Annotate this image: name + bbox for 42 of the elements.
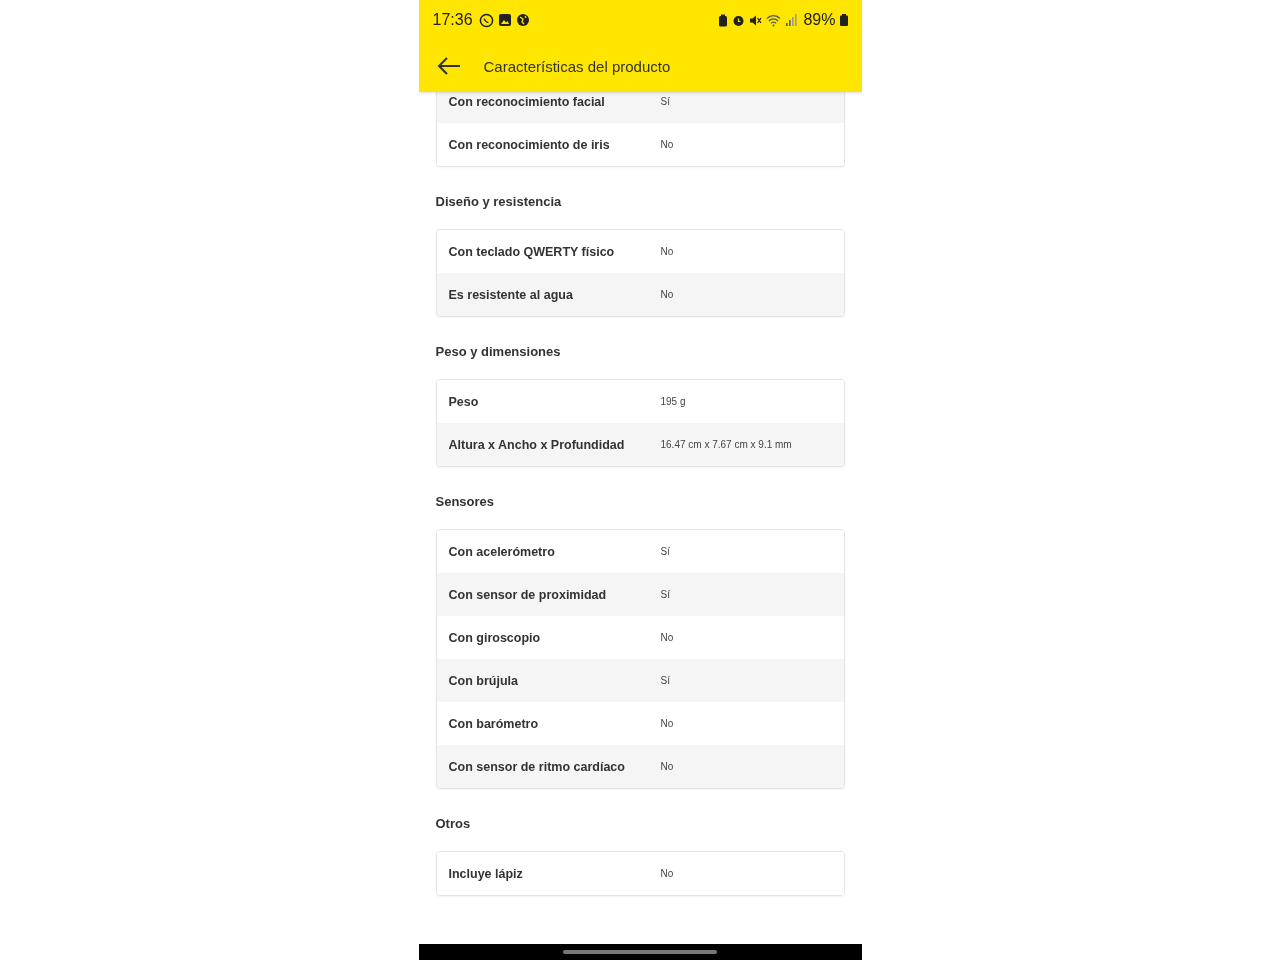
spec-label: Es resistente al agua bbox=[448, 287, 574, 302]
spec-label: Con barómetro bbox=[448, 716, 540, 731]
battery-icon bbox=[839, 14, 848, 26]
spec-value: No bbox=[660, 246, 674, 257]
spec-label: Con giroscopio bbox=[448, 630, 542, 645]
spec-value: No bbox=[660, 761, 674, 772]
spec-label: Con reconocimiento facial bbox=[448, 94, 606, 109]
spec-label: Con sensor de proximidad bbox=[448, 587, 608, 602]
home-handle[interactable] bbox=[563, 950, 717, 954]
battery-saver-icon bbox=[718, 13, 729, 27]
section-title: Peso y dimensiones bbox=[435, 343, 562, 361]
spec-label: Con teclado QWERTY físico bbox=[448, 244, 616, 259]
status-time: 17:36 bbox=[432, 11, 473, 29]
spec-label: Con acelerómetro bbox=[448, 544, 556, 559]
spec-value: Sí bbox=[660, 589, 670, 600]
spec-value: No bbox=[660, 868, 674, 879]
mute-icon bbox=[749, 13, 763, 27]
page-title: Características del producto bbox=[483, 57, 671, 75]
alarm-icon bbox=[732, 13, 746, 27]
spec-value: Sí bbox=[660, 675, 670, 686]
spec-label: Con reconocimiento de iris bbox=[448, 137, 611, 152]
back-arrow-icon[interactable] bbox=[435, 56, 462, 76]
battery-percent: 89% bbox=[803, 11, 836, 29]
spec-value: No bbox=[660, 139, 674, 150]
section-title: Otros bbox=[435, 815, 472, 833]
spec-label: Incluye lápiz bbox=[448, 866, 524, 881]
spec-label: Altura x Ancho x Profundidad bbox=[448, 437, 626, 452]
spec-value: 195 g bbox=[660, 396, 686, 407]
spec-value: 16.47 cm x 7.67 cm x 9.1 mm bbox=[660, 439, 792, 450]
section-title: Diseño y resistencia bbox=[435, 193, 563, 211]
spec-label: Con sensor de ritmo cardíaco bbox=[448, 759, 626, 774]
spec-value: Sí bbox=[660, 546, 670, 557]
spec-label: Peso bbox=[448, 394, 480, 409]
spec-value: No bbox=[660, 632, 674, 643]
spec-value: Sí bbox=[660, 96, 670, 107]
image-icon bbox=[497, 13, 512, 27]
section-title: Sensores bbox=[435, 493, 496, 511]
spec-value: No bbox=[660, 718, 674, 729]
spec-value: No bbox=[660, 289, 674, 300]
signal-icon bbox=[785, 14, 798, 26]
spec-label: Con brújula bbox=[448, 673, 519, 688]
wifi-icon bbox=[766, 13, 782, 27]
